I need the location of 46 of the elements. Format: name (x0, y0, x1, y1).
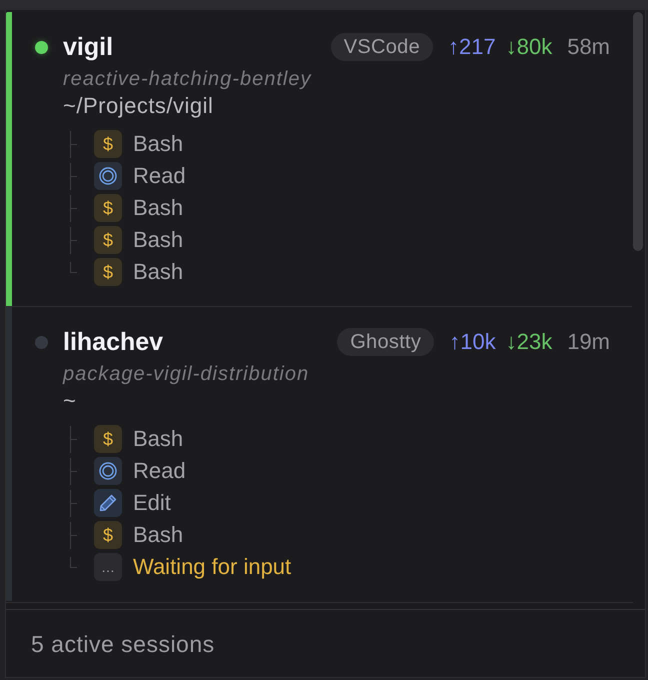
ring-icon (94, 162, 122, 190)
tree-connector (70, 426, 77, 452)
tree-connector (70, 226, 77, 254)
dollar-sign-icon: $ (94, 194, 122, 222)
tokens-down-count: ↓80k (506, 33, 552, 61)
session-name: vigil (63, 33, 114, 61)
tree-connector (70, 490, 77, 516)
tokens-up-count: ↑217 (448, 33, 496, 61)
ellipsis-icon: … (94, 553, 122, 581)
session-path: ~ (63, 388, 76, 414)
dollar-sign-icon: $ (94, 425, 122, 453)
tool-label: Bash (133, 426, 184, 452)
scrollbar-thumb[interactable] (633, 12, 643, 251)
tool-label: Bash (133, 227, 184, 253)
tokens-down-count: ↓23k (506, 328, 552, 356)
session-slug: package-vigil-distribution (63, 362, 310, 387)
tree-connector (70, 458, 77, 484)
dollar-sign-icon: $ (94, 258, 122, 286)
session-path: ~/Projects/vigil (63, 93, 214, 119)
dollar-sign-icon: $ (94, 226, 122, 254)
tool-label: Bash (133, 195, 184, 221)
session-name: lihachev (63, 328, 164, 356)
pencil-icon (94, 489, 122, 517)
tree-connector (70, 194, 77, 222)
tokens-up-count: ↑10k (449, 328, 496, 356)
session-age: 58m (567, 33, 610, 61)
tool-label: Read (133, 163, 186, 189)
tree-connector (70, 522, 77, 548)
session-age: 19m (567, 328, 610, 356)
tree-connector (70, 130, 77, 158)
tool-label: Waiting for input (133, 554, 292, 580)
tool-label: Bash (133, 522, 184, 548)
ring-icon (94, 457, 122, 485)
app-badge: VSCode (330, 33, 433, 61)
tool-label: Bash (133, 131, 184, 157)
active-sessions-count: 5 active sessions (31, 630, 215, 658)
tool-label: Edit (133, 490, 171, 516)
tree-connector (70, 557, 77, 568)
dollar-sign-icon: $ (94, 521, 122, 549)
tool-label: Bash (133, 259, 184, 285)
dollar-sign-icon: $ (94, 130, 122, 158)
session-slug: reactive-hatching-bentley (63, 67, 312, 92)
app-badge: Ghostty (337, 328, 434, 356)
tree-connector (70, 262, 77, 273)
tool-label: Read (133, 458, 186, 484)
tree-connector (70, 162, 77, 190)
